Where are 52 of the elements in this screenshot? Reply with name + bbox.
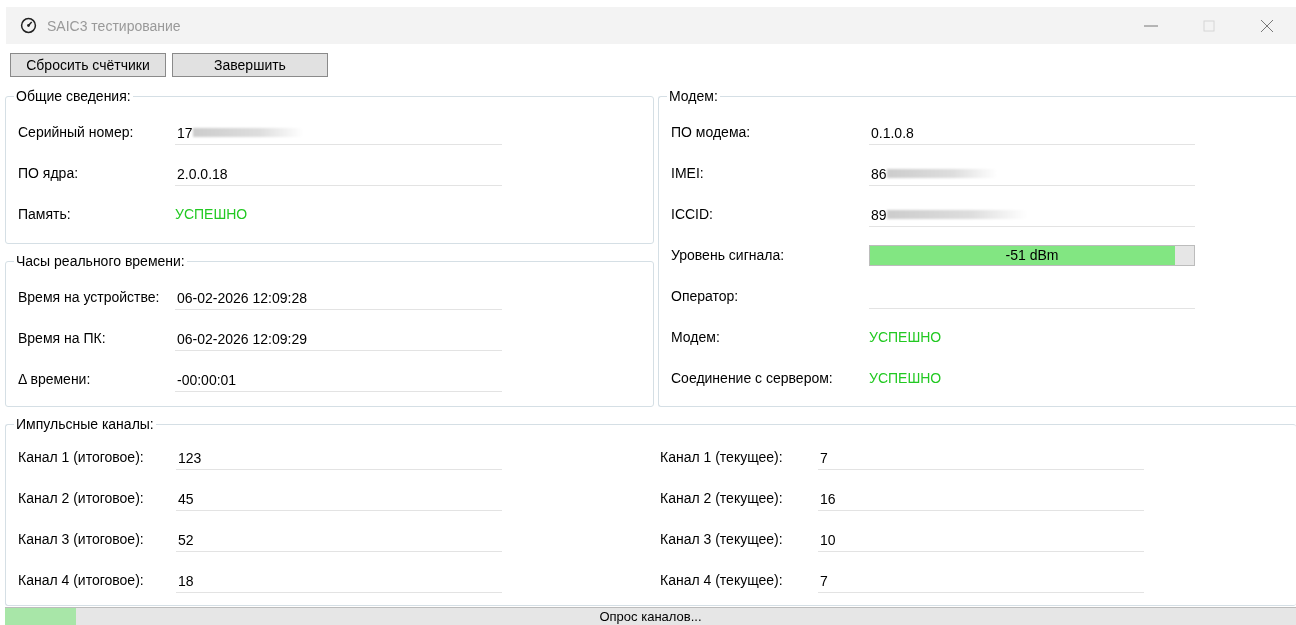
field-label: Модем: xyxy=(671,329,721,347)
group-title: Модем: xyxy=(668,88,719,104)
toolbar-button[interactable]: Сбросить счётчики xyxy=(10,53,166,77)
value-field: 06-02-2026 12:09:28 xyxy=(175,286,502,310)
value-field: 86 xyxy=(869,162,1195,186)
toolbar-button[interactable]: Завершить xyxy=(172,53,328,77)
value-field: 06-02-2026 12:09:29 xyxy=(175,327,502,351)
window-title: SAIC3 тестирование xyxy=(47,17,181,34)
field-label: Канал 2 (текущее): xyxy=(660,490,784,508)
value-field: 10 xyxy=(818,528,1144,552)
group-title: Импульсные каналы: xyxy=(15,416,155,432)
field-label: Память: xyxy=(18,206,72,224)
status-text: УСПЕШНО xyxy=(869,370,942,388)
value-field: 16 xyxy=(818,487,1144,511)
value-field: 18 xyxy=(176,569,502,593)
field-label: ПО модема: xyxy=(671,124,752,142)
gauge-icon xyxy=(20,17,37,34)
field-label: Канал 3 (итоговое): xyxy=(18,531,145,549)
value-field: 0.1.0.8 xyxy=(869,121,1195,145)
status-text: УСПЕШНО xyxy=(175,206,248,224)
group-title: Часы реального времени: xyxy=(15,253,186,269)
field-label: Канал 4 (текущее): xyxy=(660,572,784,590)
value-field: 7 xyxy=(818,569,1144,593)
minimize-icon xyxy=(1144,24,1158,27)
value-field: 52 xyxy=(176,528,502,552)
status-text: УСПЕШНО xyxy=(869,329,942,347)
meter-reading: -51 dBm xyxy=(1004,247,1060,263)
field-label: Серийный номер: xyxy=(18,124,135,142)
field-label: Канал 2 (итоговое): xyxy=(18,490,145,508)
close-icon xyxy=(1259,17,1275,34)
field-label: Канал 1 (итоговое): xyxy=(18,449,145,467)
field-label: Оператор: xyxy=(671,288,740,306)
value-field: 45 xyxy=(176,487,502,511)
value-field: 123 xyxy=(176,446,502,470)
field-label: Уровень сигнала: xyxy=(671,247,786,265)
field-label: ПО ядра: xyxy=(18,165,80,183)
field-label: Время на ПК: xyxy=(18,330,107,348)
field-label: Δ времени: xyxy=(18,371,92,389)
value-field: 7 xyxy=(818,446,1144,470)
value-field: 89 xyxy=(869,203,1195,227)
status-text: Опрос каналов... xyxy=(598,609,703,624)
field-label: Канал 3 (текущее): xyxy=(660,531,784,549)
field-label: ICCID: xyxy=(671,206,714,224)
field-label: Канал 4 (итоговое): xyxy=(18,572,145,590)
value-field: -00:00:01 xyxy=(175,368,502,392)
value-field: 17 xyxy=(175,121,502,145)
value-field: 2.0.0.18 xyxy=(175,162,502,186)
field-label: Канал 1 (текущее): xyxy=(660,449,784,467)
field-label: Время на устройстве: xyxy=(18,289,161,307)
field-label: Соединение с сервером: xyxy=(671,370,834,388)
group-title: Общие сведения: xyxy=(15,88,132,104)
field-label: IMEI: xyxy=(671,165,705,183)
